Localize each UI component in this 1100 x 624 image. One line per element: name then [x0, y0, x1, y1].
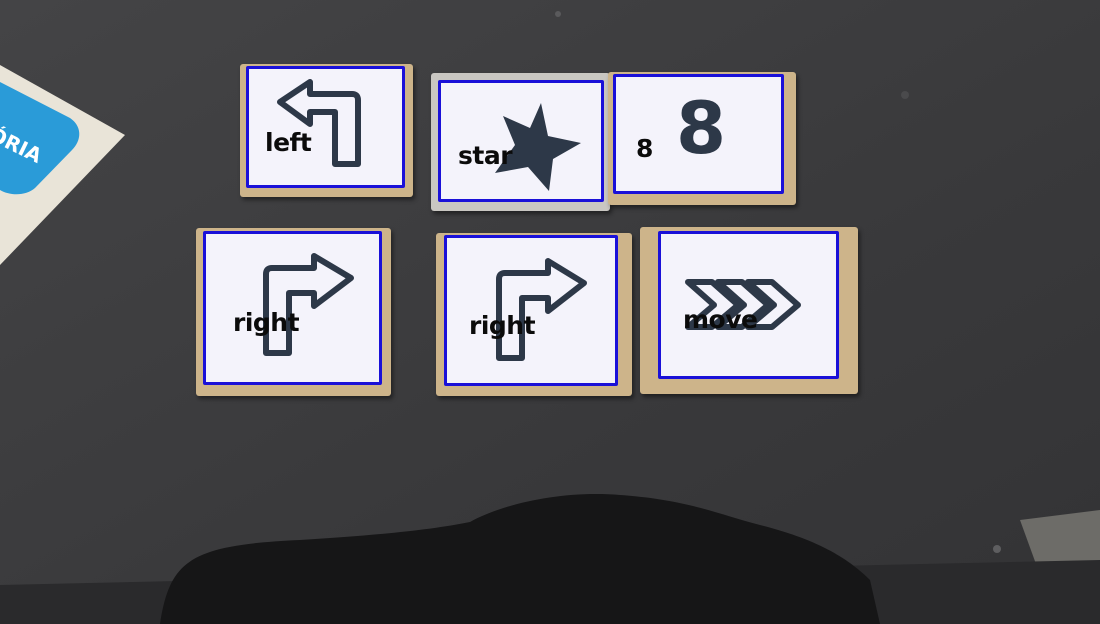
tile-left[interactable]: left — [240, 64, 413, 197]
tile-label: star — [458, 141, 513, 170]
tile-label: right — [233, 308, 300, 337]
tile-label: 8 — [636, 134, 653, 163]
tile-label: right — [469, 311, 536, 340]
tile-right-2[interactable]: right — [436, 233, 632, 396]
tile-move[interactable]: move — [640, 227, 858, 394]
tile-right-1[interactable]: right — [196, 228, 391, 396]
tile-label: move — [683, 305, 758, 334]
tile-star[interactable]: star — [431, 73, 610, 211]
photo-scene: ÓRIA left star 8 8 right right move — [0, 0, 1100, 624]
tile-eight[interactable]: 8 8 — [608, 72, 796, 205]
tile-label: left — [265, 128, 312, 157]
number-8-glyph: 8 — [676, 86, 727, 170]
